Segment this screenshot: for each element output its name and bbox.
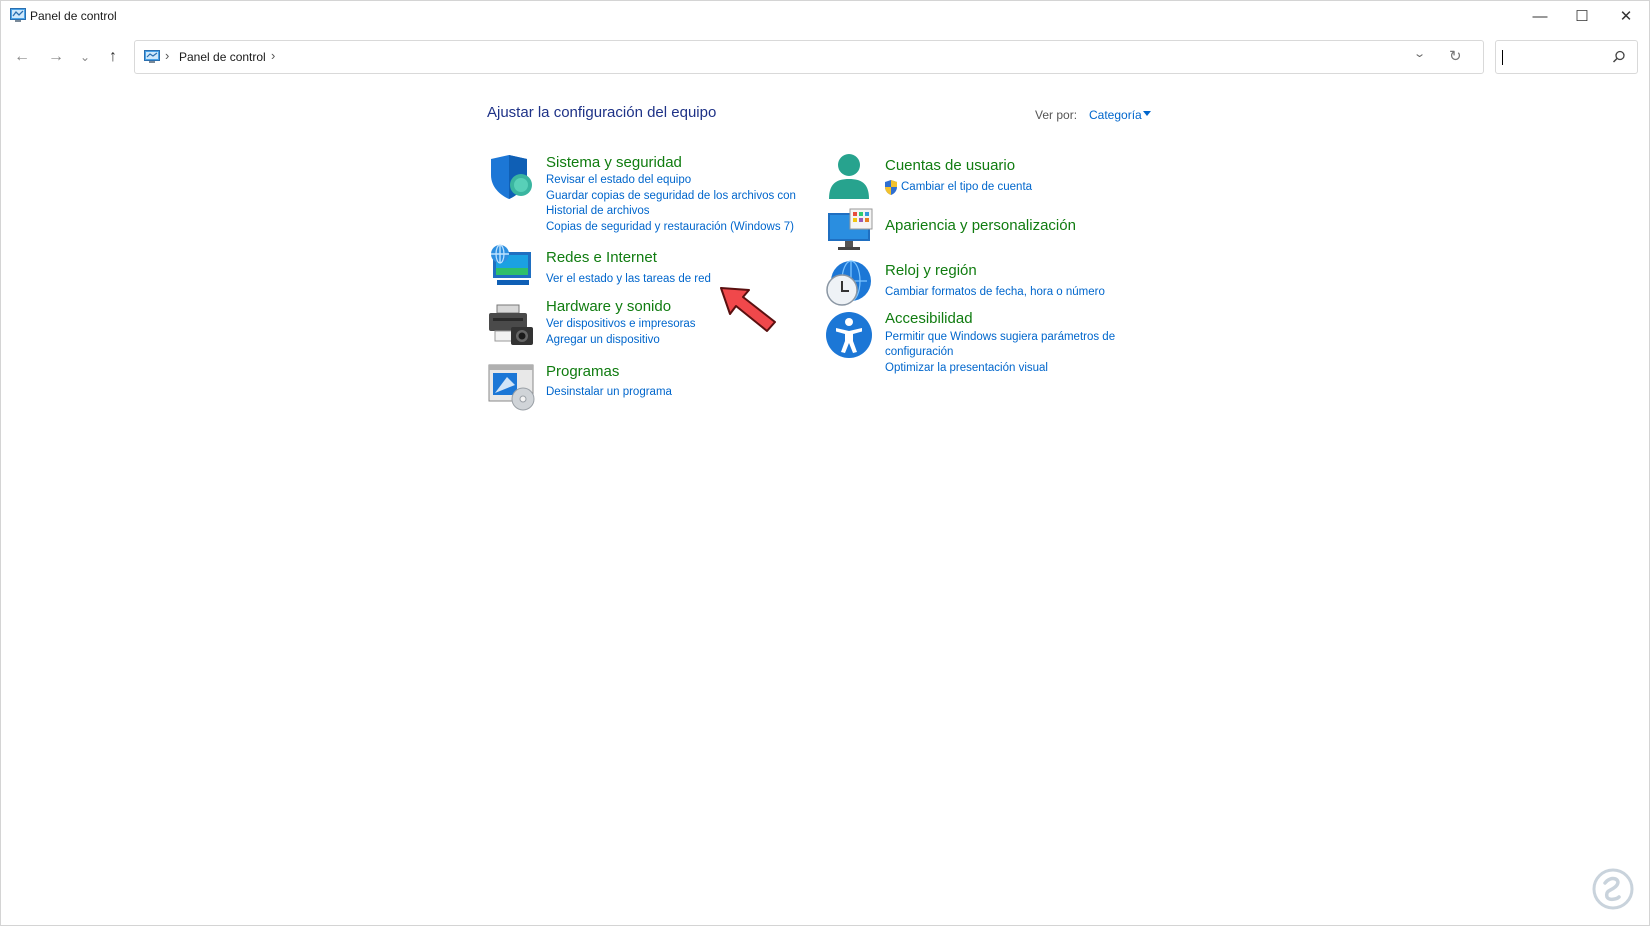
up-arrow-icon: ↑ — [109, 48, 117, 65]
link-file-history-backup[interactable]: Guardar copias de seguridad de los archi… — [546, 189, 806, 219]
back-arrow-icon: ← — [14, 48, 30, 65]
title-bar[interactable]: Panel de control — ☐ ✕ — [1, 1, 1649, 31]
watermark-logo-icon — [1592, 868, 1634, 910]
link-uninstall-program[interactable]: Desinstalar un programa — [546, 385, 672, 400]
link-change-date-formats[interactable]: Cambiar formatos de fecha, hora o número — [885, 285, 1105, 300]
control-panel-app-icon — [10, 8, 26, 22]
control-panel-location-icon — [144, 50, 160, 63]
category-title-appearance[interactable]: Apariencia y personalización — [885, 217, 1076, 234]
link-backup-restore-win7[interactable]: Copias de seguridad y restauración (Wind… — [546, 220, 794, 235]
close-icon: ✕ — [1619, 8, 1633, 25]
window-title: Panel de control — [30, 9, 117, 23]
category-title-accessibility[interactable]: Accesibilidad — [885, 310, 973, 327]
clock-globe-icon[interactable] — [825, 259, 873, 307]
uac-shield-icon — [885, 180, 897, 195]
refresh-icon[interactable]: ↻ — [1449, 47, 1462, 65]
forward-button[interactable]: → — [44, 45, 68, 69]
category-title-clock-region[interactable]: Reloj y región — [885, 262, 977, 279]
caret-down-icon[interactable] — [1143, 111, 1151, 116]
search-box[interactable] — [1495, 40, 1638, 74]
breadcrumb-separator-icon[interactable]: › — [165, 48, 169, 63]
chevron-down-icon: ⌄ — [79, 50, 91, 64]
back-button[interactable]: ← — [10, 45, 34, 69]
user-accounts-icon[interactable] — [825, 153, 873, 201]
link-devices-printers[interactable]: Ver dispositivos e impresoras — [546, 317, 696, 332]
forward-arrow-icon: → — [48, 48, 64, 65]
link-add-device[interactable]: Agregar un dispositivo — [546, 333, 660, 348]
minimize-button[interactable]: — — [1517, 1, 1563, 31]
network-globe-icon[interactable] — [487, 244, 535, 292]
address-dropdown-icon[interactable]: ⌄ — [1413, 47, 1426, 60]
control-panel-window: Panel de control — ☐ ✕ ← → ⌄ ↑ › Panel d… — [0, 0, 1650, 926]
maximize-icon: ☐ — [1575, 8, 1589, 25]
minimize-icon: — — [1532, 7, 1548, 25]
search-input[interactable] — [1500, 45, 1614, 69]
up-button[interactable]: ↑ — [101, 45, 125, 69]
category-title-system-security[interactable]: Sistema y seguridad — [546, 154, 682, 171]
security-shield-icon[interactable] — [487, 153, 535, 201]
category-title-hardware-sound[interactable]: Hardware y sonido — [546, 298, 671, 315]
close-button[interactable]: ✕ — [1603, 1, 1649, 31]
category-title-network-internet[interactable]: Redes e Internet — [546, 249, 657, 266]
link-network-status[interactable]: Ver el estado y las tareas de red — [546, 272, 711, 287]
accessibility-icon[interactable] — [825, 311, 873, 359]
link-windows-suggest-settings[interactable]: Permitir que Windows sugiera parámetros … — [885, 330, 1135, 360]
view-by-label: Ver por: — [1035, 108, 1078, 122]
link-change-account-type[interactable]: Cambiar el tipo de cuenta — [901, 180, 1032, 195]
link-optimize-visual-display[interactable]: Optimizar la presentación visual — [885, 361, 1048, 376]
maximize-button[interactable]: ☐ — [1559, 1, 1605, 31]
category-title-user-accounts[interactable]: Cuentas de usuario — [885, 157, 1015, 174]
red-arrow-annotation-icon — [720, 287, 776, 332]
link-review-computer-status[interactable]: Revisar el estado del equipo — [546, 173, 691, 188]
search-icon[interactable] — [1611, 49, 1627, 65]
breadcrumb-separator-icon[interactable]: › — [271, 48, 275, 63]
view-by-dropdown[interactable]: Categoría — [1089, 108, 1142, 122]
page-title: Ajustar la configuración del equipo — [487, 104, 717, 121]
programs-disc-icon[interactable] — [487, 363, 535, 411]
recent-locations-button[interactable]: ⌄ — [73, 45, 97, 69]
printer-camera-icon[interactable] — [487, 303, 535, 351]
breadcrumb-control-panel[interactable]: Panel de control — [179, 50, 266, 64]
appearance-monitor-icon[interactable] — [825, 207, 873, 255]
address-bar[interactable]: › Panel de control › ⌄ ↻ — [134, 40, 1484, 74]
category-title-programs[interactable]: Programas — [546, 363, 619, 380]
